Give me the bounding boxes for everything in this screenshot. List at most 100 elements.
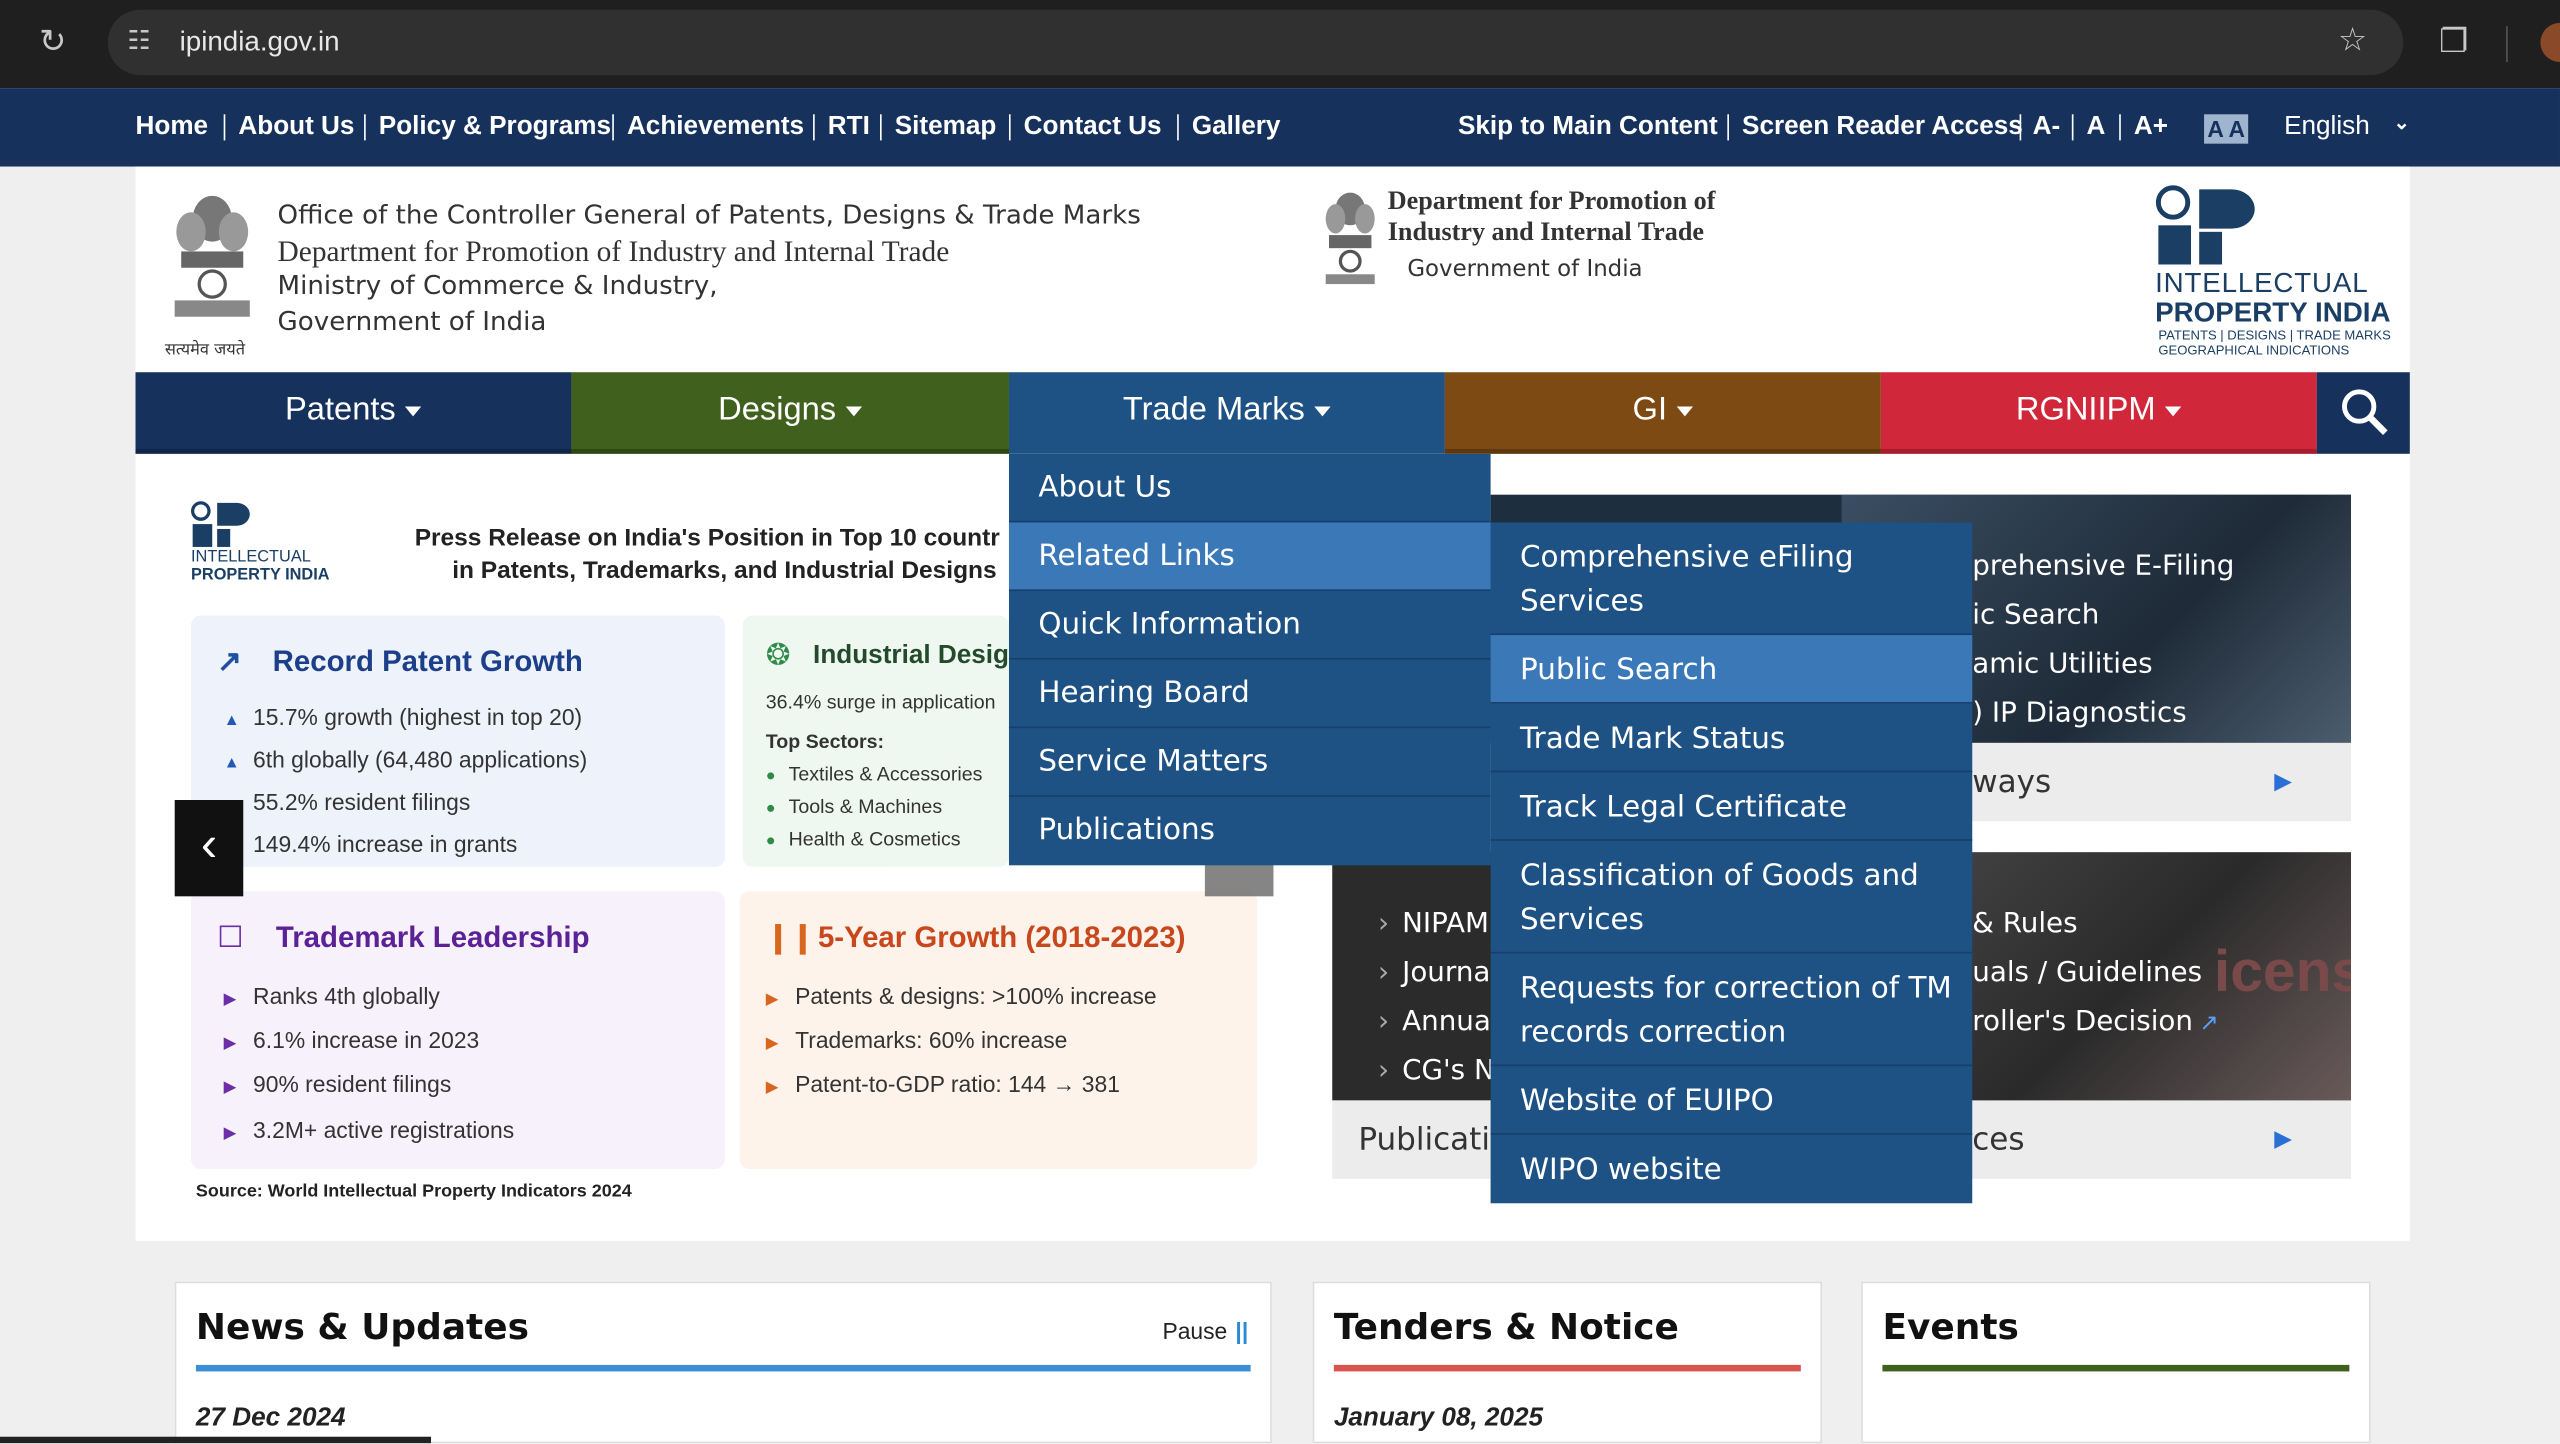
caret-down-icon xyxy=(1676,406,1694,416)
design-card-title: Industrial Desig xyxy=(813,641,1009,670)
acts-item[interactable]: roller's Decision ↗ xyxy=(1972,1006,2218,1039)
tm-menu-service-matters[interactable]: Service Matters xyxy=(1008,728,1491,797)
news-pause-button[interactable]: Pause || xyxy=(1162,1318,1248,1344)
bullet-item: ● Tools & Machines xyxy=(765,795,943,818)
events-panel-underline xyxy=(1882,1364,2350,1372)
news-updates-panel: News & Updates Pause || 27 Dec 2024 xyxy=(174,1281,1272,1444)
submenu-tm-correction[interactable]: Requests for correction of TM records co… xyxy=(1490,953,1973,1067)
press-release-line2: in Patents, Trademarks, and Industrial D… xyxy=(452,556,997,585)
contrast-toggle[interactable]: A A xyxy=(2204,114,2249,144)
nav-gallery-link[interactable]: Gallery xyxy=(1192,113,1281,142)
language-select[interactable]: English xyxy=(2284,113,2370,142)
publications-item[interactable]: › Annual xyxy=(1378,1006,1499,1039)
caret-down-icon xyxy=(845,406,863,416)
services-item[interactable]: prehensive E-Filing xyxy=(1972,550,2234,583)
profile-avatar[interactable] xyxy=(2540,22,2560,63)
nav-policy-link[interactable]: Policy & Programs xyxy=(379,113,611,142)
nav-rgniipm[interactable]: RGNIIPM xyxy=(1880,372,2317,454)
acts-item[interactable]: uals / Guidelines xyxy=(1972,957,2202,990)
design-card-subtitle: 36.4% surge in application xyxy=(765,690,996,714)
publications-footer-label: Publicatio xyxy=(1358,1121,1509,1158)
licensing-watermark: icensing xyxy=(2213,937,2351,1005)
chevron-down-icon[interactable]: ⌄ xyxy=(2393,111,2409,134)
nav-trade-marks[interactable]: Trade Marks xyxy=(1008,372,1445,454)
separator xyxy=(879,114,882,141)
banner-source: Source: World Intellectual Property Indi… xyxy=(195,1182,632,1202)
submenu-euipo[interactable]: Website of EUIPO xyxy=(1490,1066,1973,1135)
site-info-icon[interactable]: ☷ xyxy=(127,26,150,59)
bullet-item: ▲149.4% increase in grants xyxy=(224,831,518,858)
nav-sitemap-link[interactable]: Sitemap xyxy=(895,113,997,142)
nav-home-link[interactable]: Home xyxy=(136,113,209,142)
separator xyxy=(1008,114,1011,141)
nav-gi[interactable]: GI xyxy=(1444,372,1881,454)
font-increase-button[interactable]: A+ xyxy=(2134,113,2168,142)
submenu-classification[interactable]: Classification of Goods and Services xyxy=(1490,841,1973,954)
services-item[interactable]: ) IP Diagnostics xyxy=(1972,697,2186,730)
submenu-trade-mark-status[interactable]: Trade Mark Status xyxy=(1490,704,1973,773)
bullet-item: ▲55.2% resident filings xyxy=(224,788,471,815)
submenu-wipo[interactable]: WIPO website xyxy=(1491,1135,1973,1204)
bar-chart-icon: ❙❙ xyxy=(765,920,815,954)
bottom-scroll-indicator xyxy=(0,1436,432,1444)
ministry-title: Ministry of Commerce & Industry, xyxy=(277,269,718,301)
submenu-public-search[interactable]: Public Search xyxy=(1490,635,1973,704)
ip-india-logo-line4: GEOGRAPHICAL INDICATIONS xyxy=(2158,342,2350,358)
dpiit-emblem-icon xyxy=(1325,192,1375,285)
carousel-prev-button[interactable]: ‹ xyxy=(174,799,244,897)
patent-growth-card: ↗ Record Patent Growth ▲ 15.7% growth (hi… xyxy=(191,615,725,867)
tm-menu-related-links[interactable]: Related Links xyxy=(1008,522,1491,592)
nav-achievements-link[interactable]: Achievements xyxy=(627,113,804,142)
main-nav: Patents Designs Trade Marks GI RGNIIPM xyxy=(135,372,2410,454)
tm-menu-about-us[interactable]: About Us xyxy=(1008,454,1491,523)
nav-contact-link[interactable]: Contact Us xyxy=(1024,113,1162,142)
nav-rti-link[interactable]: RTI xyxy=(828,113,870,142)
award-icon: ❂ xyxy=(765,638,791,672)
acts-footer-label: ces xyxy=(1972,1121,2025,1158)
trademark-leadership-card: ☐ Trademark Leadership ▶ Ranks 4th global… xyxy=(191,891,725,1169)
tm-menu-hearing-board[interactable]: Hearing Board xyxy=(1008,660,1491,729)
services-item[interactable]: ic Search xyxy=(1972,599,2099,632)
office-title: Office of the Controller General of Pate… xyxy=(277,199,1141,231)
bullet-item: ▶ Patents & designs: >100% increase xyxy=(765,982,1157,1009)
bullet-item: ▶ 6.1% increase in 2023 xyxy=(223,1026,480,1054)
submenu-track-legal-certificate[interactable]: Track Legal Certificate xyxy=(1490,772,1973,841)
ip-india-logo-line2: PROPERTY INDIA xyxy=(2155,297,2391,329)
publications-item[interactable]: › NIPAM xyxy=(1378,908,1489,941)
nav-about-link[interactable]: About Us xyxy=(238,113,354,142)
services-item[interactable]: amic Utilities xyxy=(1972,648,2152,681)
acts-item[interactable]: & Rules xyxy=(1972,908,2077,941)
banner-ip-india-logo-icon xyxy=(191,501,250,547)
font-normal-button[interactable]: A xyxy=(2087,113,2106,142)
tm-menu-publications[interactable]: Publications xyxy=(1009,797,1491,866)
play-arrow-icon: ▶ xyxy=(2274,767,2292,794)
screen-reader-link[interactable]: Screen Reader Access xyxy=(1742,113,2023,142)
extensions-icon[interactable]: ❐ xyxy=(2439,26,2468,59)
related-links-submenu: Comprehensive eFiling Services Public Se… xyxy=(1490,522,1973,1204)
reload-icon[interactable]: ↻ xyxy=(39,26,66,59)
separator xyxy=(1177,114,1179,141)
skip-to-main-link[interactable]: Skip to Main Content xyxy=(1458,113,1718,142)
nav-designs[interactable]: Designs xyxy=(571,372,1009,454)
separator xyxy=(612,114,614,141)
utility-bar: Home About Us Policy & Programs Achievem… xyxy=(0,88,2560,167)
external-link-icon: ↗ xyxy=(2199,1010,2219,1037)
tm-menu-quick-information[interactable]: Quick Information xyxy=(1008,591,1491,660)
design-sectors-label: Top Sectors: xyxy=(765,729,885,753)
tenders-panel-title: Tenders & Notice xyxy=(1333,1307,1679,1349)
bullet-item: ▲ 6th globally (64,480 applications) xyxy=(223,746,588,773)
font-decrease-button[interactable]: A- xyxy=(2033,113,2061,142)
search-button[interactable] xyxy=(2316,372,2410,454)
nav-patents[interactable]: Patents xyxy=(135,372,572,454)
bullet-item: ▶ 3.2M+ active registrations xyxy=(223,1116,515,1143)
press-release-line1: Press Release on India's Position in Top… xyxy=(414,524,1000,552)
caret-down-icon xyxy=(405,406,422,416)
separator xyxy=(2071,114,2074,141)
publications-item[interactable]: › Journa xyxy=(1378,957,1490,990)
caret-down-icon xyxy=(1314,406,1332,416)
submenu-efiling[interactable]: Comprehensive eFiling Services xyxy=(1490,522,1973,636)
address-bar[interactable]: ☷ ipindia.gov.in ☆ xyxy=(107,9,2404,76)
news-panel-title: News & Updates xyxy=(195,1307,529,1349)
bookmark-star-icon[interactable]: ☆ xyxy=(2338,24,2367,57)
bullet-item: ▶ 90% resident filings xyxy=(223,1071,452,1098)
